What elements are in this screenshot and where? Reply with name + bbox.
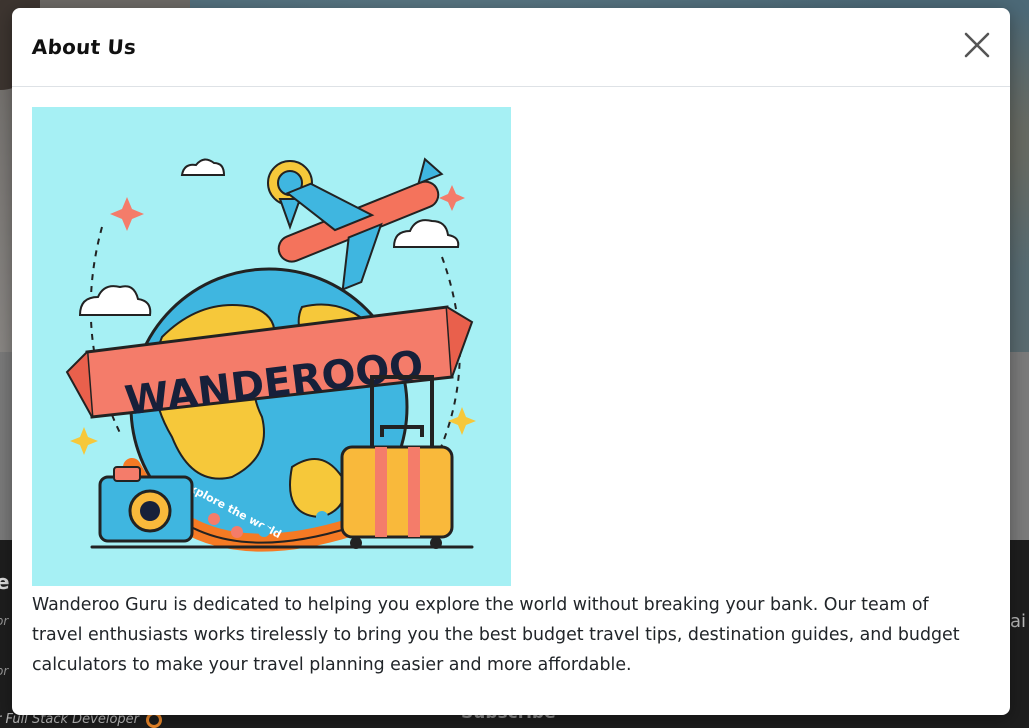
- modal-header: About Us: [12, 8, 1010, 87]
- close-button[interactable]: [962, 30, 992, 60]
- footer-text-fragment: or: [0, 664, 9, 678]
- close-icon: [964, 32, 990, 58]
- footer-heading-fragment: e: [0, 570, 10, 594]
- footer-text-fragment: or: [0, 614, 9, 628]
- footer-right-fragment: ai: [1010, 611, 1027, 632]
- modal-body: Explore the world WANDEROOO Wanderoo Gur…: [12, 87, 1010, 680]
- about-us-modal: About Us Explore the world WANDEROOO Wan…: [12, 8, 1010, 715]
- modal-title: About Us: [31, 35, 137, 59]
- wanderoo-logo-image: Explore the world WANDEROOO: [32, 107, 511, 586]
- about-description: Wanderoo Guru is dedicated to helping yo…: [32, 595, 960, 675]
